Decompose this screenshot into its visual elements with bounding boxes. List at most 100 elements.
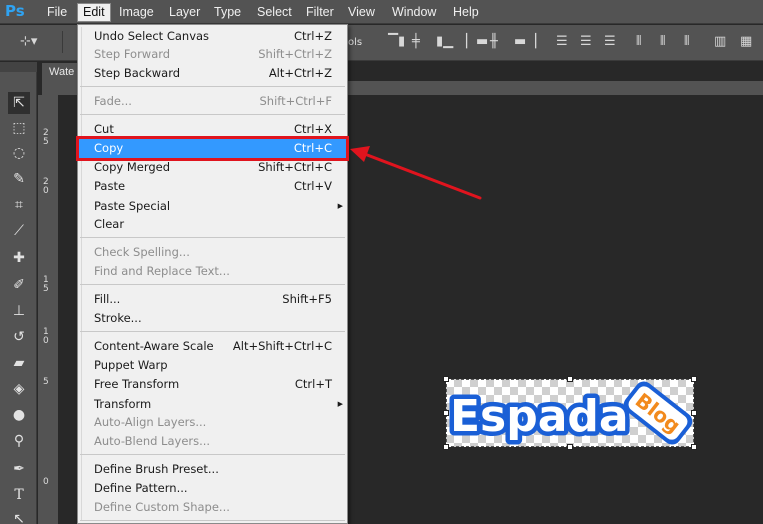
path-select-tool-icon[interactable]: ↖ [8,508,30,524]
menu-item-auto-blend[interactable]: Auto-Blend Layers... [78,432,347,451]
dodge-tool-icon[interactable]: ⚲ [8,430,30,452]
menu-item-cut[interactable]: Cut Ctrl+X [78,120,347,139]
menu-item-step-forward[interactable]: Step Forward Shift+Ctrl+Z [78,45,347,64]
menu-item-copy-merged[interactable]: Copy Merged Shift+Ctrl+C [78,158,347,177]
lasso-tool-icon[interactable]: ◌ [8,142,30,164]
auto-align-icon[interactable]: ▥ [714,35,726,49]
menu-item-paste[interactable]: Paste Ctrl+V [78,177,347,196]
eraser-tool-icon[interactable]: ▰ [8,352,30,374]
distribute-top-icon[interactable]: ☰ [556,35,568,49]
align-right-icon[interactable]: ▬▕ [514,35,536,49]
ruler-label: 0 [43,477,49,487]
ruler-label: 5 [43,377,49,387]
menu-item-auto-align[interactable]: Auto-Align Layers... [78,413,347,432]
submenu-arrow-icon: ▶ [337,400,343,408]
history-brush-tool-icon[interactable]: ↺ [8,326,30,348]
transform-handle[interactable] [691,376,697,382]
distribute-hcenter-icon[interactable]: ⫴ [660,35,665,49]
menu-bar: Ps File Edit Image Layer Type Select Fil… [0,0,763,24]
align-bottom-icon[interactable]: ▮▁ [436,35,453,49]
menu-separator [80,114,345,115]
menu-edit[interactable]: Edit [77,3,111,22]
paint-bucket-tool-icon[interactable]: ◈ [8,378,30,400]
options-divider [62,31,72,53]
tools-panel: ⇱ ⬚ ◌ ✎ ⌗ ⟋ ✚ ✐ ⊥ ↺ ▰ ◈ ● ⚲ ✒ T ↖ [0,62,37,524]
align-vcenter-icon[interactable]: ╪ [412,35,420,49]
menu-item-paste-special[interactable]: Paste Special ▶ [78,197,347,216]
menu-filter[interactable]: Filter [306,4,334,21]
transform-bounding-box [446,379,694,447]
ruler-label: 5 [43,284,49,294]
transform-handle[interactable] [567,444,573,450]
distribute-left-icon[interactable]: ⫴ [636,35,641,49]
menu-item-define-brush[interactable]: Define Brush Preset... [78,460,347,479]
menu-separator [80,284,345,285]
menu-item-content-aware-scale[interactable]: Content-Aware Scale Alt+Shift+Ctrl+C [78,337,347,356]
ruler-label: 0 [43,186,49,196]
menu-item-free-transform[interactable]: Free Transform Ctrl+T [78,375,347,394]
align-top-icon[interactable]: ▔▮ [388,35,405,49]
distribute-vcenter-icon[interactable]: ☰ [580,35,592,49]
move-tool-icon[interactable]: ⊹▾ [20,35,37,49]
logo-layer[interactable]: Espada Blog [443,376,697,450]
eyedropper-tool-icon[interactable]: ⟋ [8,220,30,242]
menu-layer[interactable]: Layer [169,4,200,21]
menu-window[interactable]: Window [392,4,436,21]
3d-mode-icon[interactable]: ▦ [740,35,752,49]
menu-item-define-pattern[interactable]: Define Pattern... [78,479,347,498]
blur-tool-icon[interactable]: ● [8,404,30,426]
ruler-label: 0 [43,336,49,346]
distribute-right-icon[interactable]: ⫴ [684,35,689,49]
healing-brush-tool-icon[interactable]: ✚ [8,247,30,269]
menu-image[interactable]: Image [119,4,154,21]
brush-tool-icon[interactable]: ✐ [8,274,30,296]
menu-separator [80,520,345,521]
menu-item-undo[interactable]: Undo Select Canvas Ctrl+Z [78,27,347,46]
menu-separator [80,331,345,332]
ruler-vertical: 2 5 2 0 1 5 1 0 5 0 [38,95,58,524]
marquee-tool-icon[interactable]: ⬚ [8,117,30,139]
clone-stamp-tool-icon[interactable]: ⊥ [8,300,30,322]
menu-help[interactable]: Help [453,4,479,21]
menu-view[interactable]: View [348,4,375,21]
menu-separator [80,454,345,455]
transform-handle[interactable] [691,444,697,450]
options-partial-label: ols [348,37,363,48]
annotation-arrow [350,146,482,200]
transform-handle[interactable] [443,376,449,382]
menu-item-puppet-warp[interactable]: Puppet Warp [78,356,347,375]
move-tool-icon[interactable]: ⇱ [8,92,30,114]
menu-item-step-backward[interactable]: Step Backward Alt+Ctrl+Z [78,64,347,83]
pen-tool-icon[interactable]: ✒ [8,458,30,480]
document-tab[interactable]: Wate [42,63,82,81]
align-left-icon[interactable]: ▏▬ [466,35,488,49]
menu-item-fade[interactable]: Fade... Shift+Ctrl+F [78,92,347,111]
crop-tool-icon[interactable]: ⌗ [8,194,30,216]
menu-item-stroke[interactable]: Stroke... [78,309,347,328]
menu-separator [80,237,345,238]
menu-item-clear[interactable]: Clear [78,215,347,234]
transform-handle[interactable] [567,376,573,382]
quick-select-tool-icon[interactable]: ✎ [8,168,30,190]
tools-panel-grip[interactable] [0,62,37,72]
transform-handle[interactable] [443,410,449,416]
ruler-label: 5 [43,137,49,147]
align-hcenter-icon[interactable]: ╫ [490,35,498,49]
menu-type[interactable]: Type [214,4,241,21]
transform-handle[interactable] [691,410,697,416]
photoshop-logo: Ps [5,2,25,20]
menu-item-fill[interactable]: Fill... Shift+F5 [78,290,347,309]
menu-separator [80,86,345,87]
transform-handle[interactable] [443,444,449,450]
type-tool-icon[interactable]: T [8,484,30,506]
menu-item-find-replace[interactable]: Find and Replace Text... [78,262,347,281]
menu-item-check-spelling[interactable]: Check Spelling... [78,243,347,262]
distribute-bottom-icon[interactable]: ☰ [604,35,616,49]
menu-item-define-custom-shape[interactable]: Define Custom Shape... [78,498,347,517]
menu-file[interactable]: File [47,4,67,21]
menu-select[interactable]: Select [257,4,292,21]
edit-menu-dropdown: Undo Select Canvas Ctrl+Z Step Forward Shi… [76,24,349,524]
menu-item-transform[interactable]: Transform ▶ [78,395,347,414]
photoshop-window: Ps File Edit Image Layer Type Select Fil… [0,0,763,524]
menu-item-copy[interactable]: Copy Ctrl+C [76,136,349,161]
